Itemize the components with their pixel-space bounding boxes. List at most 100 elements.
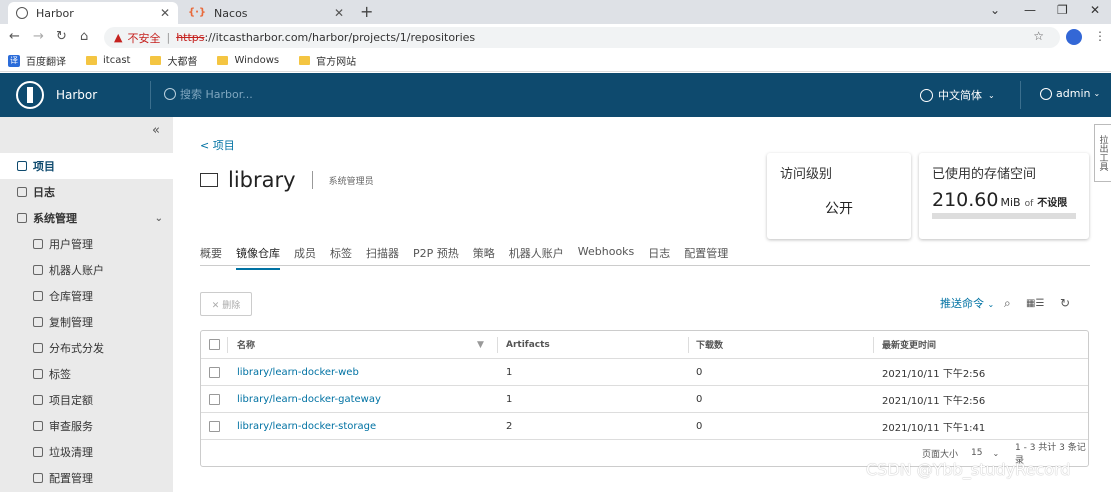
select-all-checkbox[interactable] — [209, 331, 220, 358]
browser-tab-nacos[interactable]: {·} Nacos ✕ — [180, 2, 352, 24]
sidebar-item-logs[interactable]: 日志 — [0, 179, 173, 205]
sidebar-item-label: 审查服务 — [49, 420, 93, 433]
sidebar-item-interrogation[interactable]: 审查服务 — [0, 413, 173, 439]
row-checkbox[interactable] — [209, 413, 220, 439]
global-search-input[interactable]: 搜索 Harbor... — [164, 86, 253, 102]
row-checkbox[interactable] — [209, 386, 220, 412]
column-header-artifacts[interactable]: Artifacts — [506, 331, 550, 358]
maximize-icon[interactable]: ❐ — [1057, 3, 1068, 17]
delete-button[interactable]: ✕ 删除 — [200, 292, 252, 316]
search-icon[interactable]: ⌕ — [1004, 296, 1011, 311]
page-size-value: 15 — [971, 448, 983, 458]
chevron-down-icon: ⌄ — [154, 212, 163, 224]
push-command-dropdown[interactable]: 推送命令 ⌄ — [940, 295, 994, 311]
bookmark-item[interactable]: 大都督 — [150, 53, 197, 68]
tab-logs[interactable]: 日志 — [648, 245, 670, 270]
storage-card: 已使用的存储空间 210.60 MiB of 不设限 — [919, 153, 1089, 239]
tab-webhooks[interactable]: Webhooks — [578, 245, 635, 270]
csdn-watermark: CSDN @Ybb_studyRecord — [866, 460, 1071, 479]
close-icon[interactable]: ✕ — [160, 6, 170, 20]
sidebar-item-quotas[interactable]: 项目定额 — [0, 387, 173, 413]
repository-link[interactable]: library/learn-docker-web — [237, 359, 359, 385]
tab-policy[interactable]: 策略 — [473, 245, 495, 270]
tab-repositories[interactable]: 镜像仓库 — [236, 245, 280, 270]
url-path: ://itcastharbor.com/harbor/projects/1/re… — [204, 31, 476, 44]
home-icon[interactable]: ⌂ — [80, 29, 88, 44]
divider — [227, 337, 228, 353]
tab-labels[interactable]: 标签 — [330, 245, 352, 270]
sidebar-item-labels[interactable]: 标签 — [0, 361, 173, 387]
table-row: library/learn-docker-gateway 1 0 2021/10… — [201, 386, 1088, 413]
column-header-name[interactable]: 名称 — [237, 331, 255, 358]
bookmark-item[interactable]: 译百度翻译 — [8, 53, 66, 68]
card-title: 访问级别 — [780, 167, 833, 182]
app-name[interactable]: Harbor — [56, 88, 97, 102]
pull-count: 0 — [696, 420, 703, 432]
back-to-projects-link[interactable]: < 项目 — [200, 137, 235, 153]
repository-link[interactable]: library/learn-docker-storage — [237, 413, 376, 439]
project-name: library — [228, 168, 296, 192]
sidebar-item-robots[interactable]: 机器人账户 — [0, 257, 173, 283]
push-command-label: 推送命令 — [940, 297, 984, 310]
repository-link[interactable]: library/learn-docker-gateway — [237, 386, 381, 412]
bookmark-item[interactable]: Windows — [217, 55, 279, 66]
tab-scanners[interactable]: 扫描器 — [366, 245, 399, 270]
refresh-icon[interactable]: ↻ — [1060, 296, 1070, 310]
new-tab-icon[interactable]: + — [360, 2, 373, 21]
trash-icon — [33, 447, 43, 457]
sidebar-item-replication[interactable]: 复制管理 — [0, 309, 173, 335]
side-pull-tab[interactable]: 拉出工具 — [1094, 124, 1111, 182]
row-checkbox[interactable] — [209, 359, 220, 385]
forward-arrow-icon[interactable]: → — [33, 29, 44, 44]
tab-members[interactable]: 成员 — [294, 245, 316, 270]
bookmark-item[interactable]: itcast — [86, 55, 130, 66]
view-toggle-icon[interactable]: ▦☰ — [1026, 298, 1044, 309]
tab-robots[interactable]: 机器人账户 — [509, 245, 564, 270]
collapse-sidebar-icon[interactable]: « — [152, 123, 160, 138]
browser-tab-harbor[interactable]: Harbor ✕ — [8, 2, 178, 24]
back-arrow-icon[interactable]: ← — [9, 29, 20, 44]
tab-p2p-preheat[interactable]: P2P 预热 — [413, 245, 459, 270]
chevron-down-icon: ⌄ — [1093, 89, 1101, 98]
bookmark-item[interactable]: 官方网站 — [299, 53, 356, 68]
window-close-icon[interactable]: ✕ — [1090, 3, 1100, 17]
last-modified: 2021/10/11 下午1:41 — [882, 422, 986, 434]
sidebar-item-distribution[interactable]: 分布式分发 — [0, 335, 173, 361]
sidebar-item-registries[interactable]: 仓库管理 — [0, 283, 173, 309]
table-row: library/learn-docker-web 1 0 2021/10/11 … — [201, 359, 1088, 386]
table-header: 名称 ▼ Artifacts 下载数 最新变更时间 — [201, 331, 1088, 359]
sidebar-item-gc[interactable]: 垃圾清理 — [0, 439, 173, 465]
card-title: 已使用的存储空间 — [932, 167, 1037, 182]
pull-count: 0 — [696, 393, 703, 405]
tab-configuration[interactable]: 配置管理 — [684, 245, 728, 270]
shield-icon — [33, 421, 43, 431]
sidebar-item-projects[interactable]: 项目 — [0, 153, 173, 179]
menu-kebab-icon[interactable]: ⋮ — [1094, 29, 1106, 43]
column-header-pulls[interactable]: 下载数 — [696, 331, 723, 358]
storage-progress-bar — [932, 213, 1076, 219]
reload-icon[interactable]: ↻ — [56, 29, 67, 44]
profile-avatar[interactable] — [1066, 29, 1082, 45]
harbor-favicon-icon — [16, 7, 28, 19]
tab-summary[interactable]: 概要 — [200, 245, 222, 270]
project-title: library 系统管理员 — [200, 168, 374, 192]
user-menu[interactable]: admin ⌄ — [1040, 87, 1100, 100]
tab-search-icon[interactable]: ⌄ — [990, 3, 1000, 17]
sidebar-item-label: 分布式分发 — [49, 342, 104, 355]
storage-used: 210.60 — [932, 189, 999, 211]
url-input[interactable]: ▲ 不安全 | https ://itcastharbor.com/harbor… — [104, 27, 1060, 48]
column-header-last-modified[interactable]: 最新变更时间 — [882, 331, 936, 358]
filter-icon[interactable]: ▼ — [477, 331, 484, 358]
close-icon[interactable]: ✕ — [334, 6, 344, 20]
sidebar-item-users[interactable]: 用户管理 — [0, 231, 173, 257]
users-icon — [33, 239, 43, 249]
search-icon — [164, 88, 176, 100]
harbor-logo-icon[interactable] — [16, 81, 44, 109]
bookmark-star-icon[interactable]: ☆ — [1033, 29, 1044, 43]
pull-count: 0 — [696, 366, 703, 378]
sidebar-item-admin[interactable]: 系统管理 ⌄ — [0, 205, 173, 231]
language-selector[interactable]: 中文简体 ⌄ — [920, 87, 995, 103]
minimize-icon[interactable]: — — [1024, 3, 1036, 17]
sidebar-item-config[interactable]: 配置管理 — [0, 465, 173, 491]
divider — [497, 337, 498, 353]
